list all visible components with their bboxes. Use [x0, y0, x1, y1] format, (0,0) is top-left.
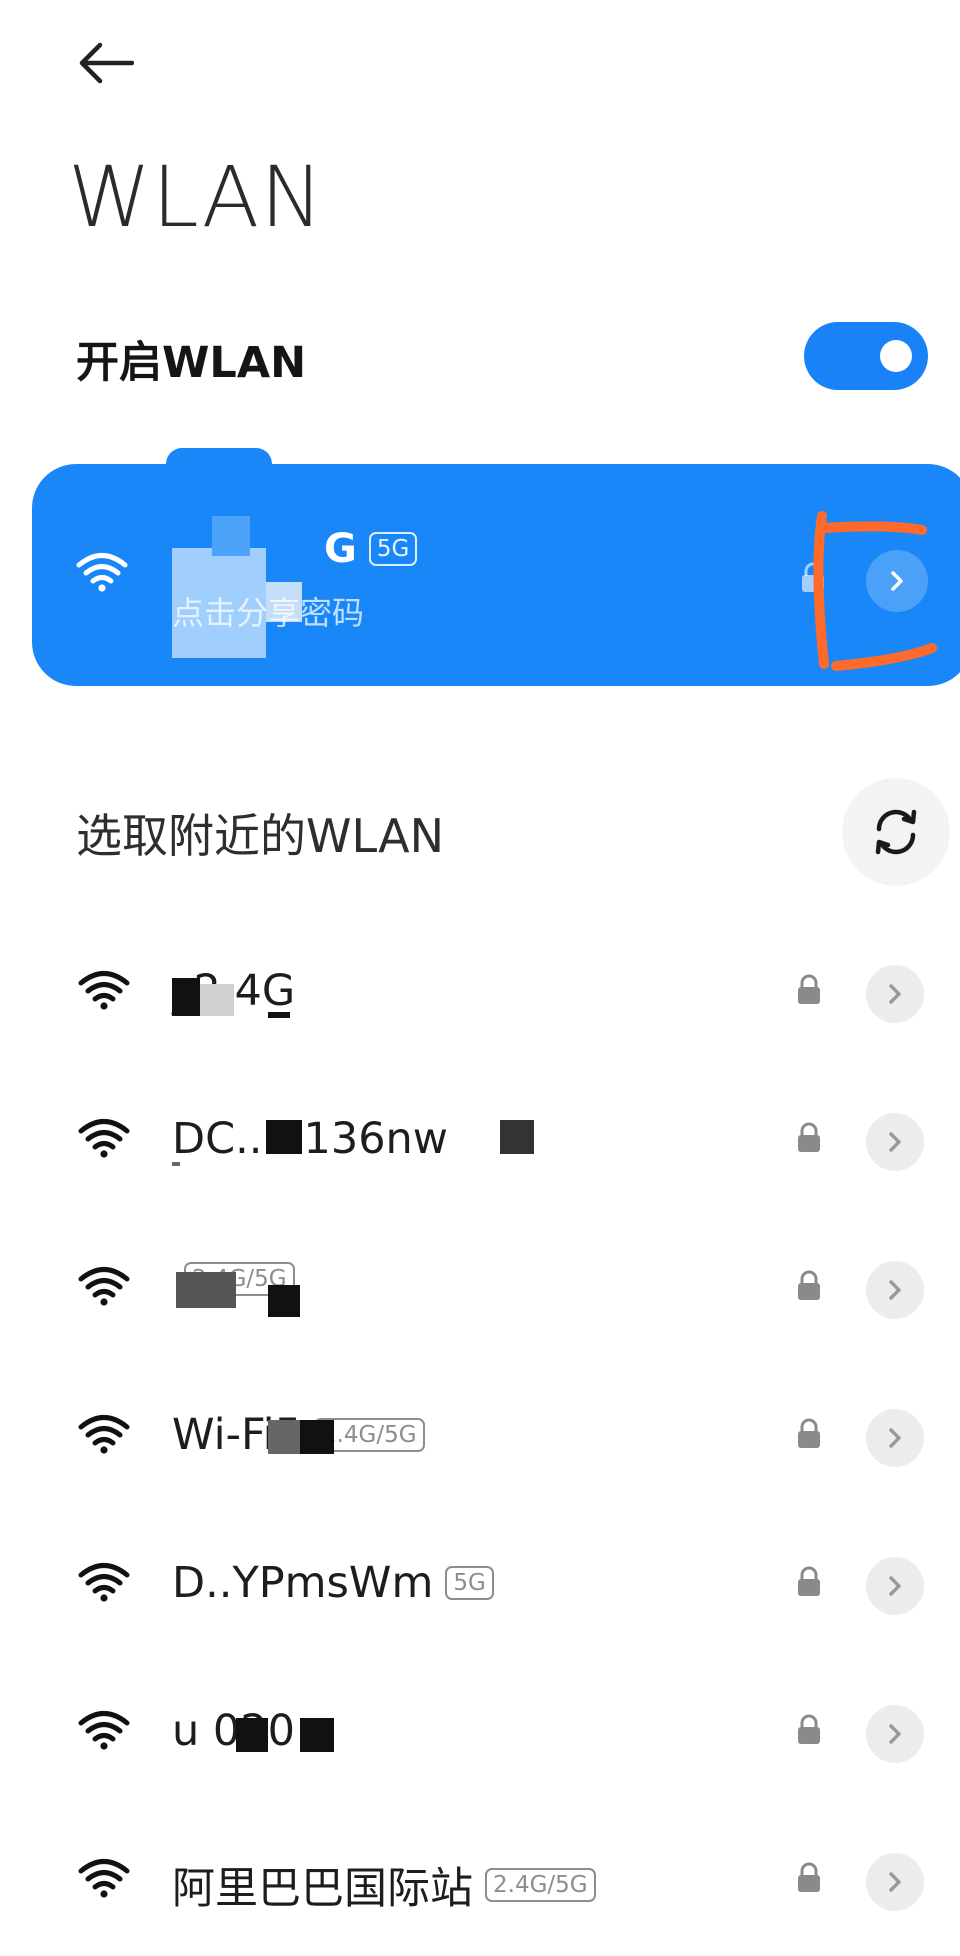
redaction-block [500, 1120, 534, 1154]
lock-icon [798, 1270, 820, 1300]
refresh-button[interactable] [842, 778, 950, 886]
chevron-right-icon [889, 1132, 901, 1152]
network-details-button[interactable] [866, 1705, 924, 1763]
redaction-block [200, 984, 234, 1016]
refresh-icon [875, 809, 917, 855]
network-list-item[interactable]: _2.4G [0, 920, 960, 1068]
redaction-block [300, 1718, 334, 1752]
wlan-toggle-switch[interactable] [804, 322, 928, 390]
wlan-toggle-row: 开启WLAN [0, 318, 960, 394]
chevron-right-icon [889, 1724, 901, 1744]
network-list-item[interactable]: u 020 [0, 1660, 960, 1808]
network-ssid-text: u 020 [172, 1706, 295, 1756]
redaction-block [268, 1012, 290, 1018]
band-badge: 5G [368, 532, 418, 566]
lock-icon [798, 1122, 820, 1152]
wifi-icon [78, 1563, 130, 1602]
wlan-toggle-label: 开启WLAN [76, 338, 307, 388]
wifi-icon [78, 1119, 130, 1158]
network-list-item[interactable]: Wi-Fi5 2.4G/5G [0, 1364, 960, 1512]
lock-icon [798, 1862, 820, 1892]
network-details-button[interactable] [866, 1261, 924, 1319]
connected-ssid-text: G [324, 526, 357, 572]
chevron-right-icon [889, 984, 901, 1004]
network-list-item[interactable]: DC.. . 136nw [0, 1068, 960, 1216]
network-ssid: DC.. . 136nw [172, 1114, 448, 1164]
wifi-icon [78, 1859, 130, 1898]
lock-icon [798, 1566, 820, 1596]
network-ssid: 阿里巴巴国际站 2.4G/5G [172, 1854, 596, 1916]
network-ssid-text: D..YPmsWm [172, 1558, 434, 1608]
redaction-block [268, 1285, 300, 1317]
wifi-icon [78, 1415, 130, 1454]
chevron-right-icon [889, 1428, 901, 1448]
band-badge: 2.4G/5G [485, 1868, 596, 1902]
chevron-right-icon [889, 1872, 901, 1892]
network-ssid-text: 阿里巴巴国际站 [172, 1864, 473, 1914]
network-ssid-text: DC.. . 136nw [172, 1114, 448, 1164]
connected-subtitle: 点击分享密码 [172, 594, 365, 632]
annotation-mark [813, 511, 937, 671]
back-arrow-icon [79, 42, 134, 84]
redaction-block [176, 1272, 236, 1308]
lock-icon [798, 974, 820, 1004]
lock-icon [798, 1714, 820, 1744]
page-title: WLAN [68, 148, 325, 246]
network-list-item[interactable]: 阿里巴巴国际站 2.4G/5G [0, 1808, 960, 1956]
chevron-right-icon [889, 1280, 901, 1300]
wifi-icon [78, 1267, 130, 1306]
redaction-block [300, 1420, 334, 1454]
band-badge: 5G [445, 1566, 494, 1600]
redaction-block [266, 1120, 302, 1154]
network-list-item[interactable]: 2.4G/5G [0, 1216, 960, 1364]
redaction-block [236, 1718, 268, 1752]
chevron-right-icon [889, 1576, 901, 1596]
redaction-block [268, 1420, 300, 1454]
network-ssid: u 020 [172, 1706, 295, 1756]
network-list-item[interactable]: D..YPmsWm 5G [0, 1512, 960, 1660]
wifi-icon [78, 1711, 130, 1750]
network-details-button[interactable] [866, 1409, 924, 1467]
network-details-button[interactable] [866, 965, 924, 1023]
network-details-button[interactable] [866, 1853, 924, 1911]
network-details-button[interactable] [866, 1113, 924, 1171]
toggle-knob [880, 340, 912, 372]
wifi-icon [78, 971, 130, 1010]
redaction-block [212, 516, 250, 556]
redaction-block [172, 978, 200, 1016]
connected-ssid: G 5G [324, 526, 418, 572]
back-button[interactable] [70, 32, 140, 94]
network-details-button[interactable] [866, 1557, 924, 1615]
network-ssid: D..YPmsWm 5G [172, 1558, 494, 1608]
nearby-section-title: 选取附近的WLAN [76, 809, 445, 863]
wifi-icon [76, 553, 128, 592]
lock-icon [798, 1418, 820, 1448]
redaction-block [172, 1162, 180, 1166]
